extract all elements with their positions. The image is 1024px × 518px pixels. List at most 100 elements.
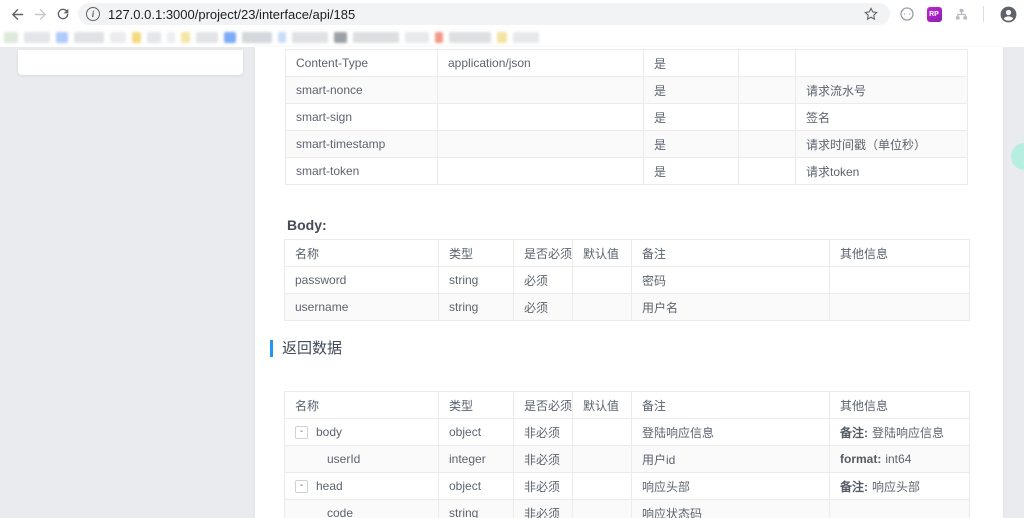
rp-extension-icon: RP	[926, 6, 942, 22]
bookmark-item[interactable]	[132, 32, 141, 43]
field-extra	[829, 293, 970, 321]
bookmark-item[interactable]	[292, 32, 328, 43]
bookmark-item[interactable]	[435, 32, 443, 43]
field-type: string	[438, 499, 514, 518]
field-type: string	[438, 266, 514, 294]
field-default	[572, 499, 632, 518]
field-name-cell: - body	[284, 418, 439, 446]
header-name: smart-sign	[285, 103, 438, 131]
table-row: smart-sign 是 签名	[285, 103, 968, 131]
bookmark-star-button[interactable]	[860, 3, 882, 25]
field-remark: 用户名	[631, 293, 830, 321]
table-row: code string 非必须 响应状态码	[284, 499, 970, 518]
bookmark-item[interactable]	[353, 32, 399, 43]
header-required: 是	[643, 49, 739, 77]
header-value	[437, 130, 644, 158]
bookmark-item[interactable]	[147, 32, 161, 43]
page-info-icon[interactable]: i	[86, 7, 100, 21]
field-extra	[829, 266, 970, 294]
collapse-toggle[interactable]: -	[295, 425, 308, 439]
extension-rp-button[interactable]: RP	[925, 5, 943, 23]
bookmarks-strip[interactable]	[0, 28, 1024, 47]
header-required: 是	[643, 103, 739, 131]
field-name: userId	[284, 445, 439, 473]
table-header-row: 名称 类型 是否必须 默认值 备注 其他信息	[284, 239, 970, 267]
body-params-table: 名称 类型 是否必须 默认值 备注 其他信息 password string 必…	[284, 239, 970, 321]
profile-avatar-button[interactable]	[997, 3, 1019, 25]
bookmark-item[interactable]	[224, 32, 236, 43]
sitemap-icon	[955, 8, 967, 19]
body-section-label: Body:	[287, 217, 327, 233]
header-name: smart-token	[285, 157, 438, 185]
header-value: application/json	[437, 49, 644, 77]
response-section-title: 返回数据	[270, 340, 342, 357]
field-name: head	[316, 479, 343, 493]
bookmark-item[interactable]	[181, 32, 190, 43]
field-required: 非必须	[513, 418, 573, 446]
header-value	[437, 157, 644, 185]
extra-value: 登陆响应信息	[872, 425, 945, 440]
col-default: 默认值	[572, 391, 632, 419]
field-name: username	[284, 293, 439, 321]
api-doc-panel: Content-Type application/json 是 smart-no…	[255, 47, 1003, 518]
bookmark-item[interactable]	[4, 32, 18, 43]
col-required: 是否必须	[513, 391, 573, 419]
field-default	[572, 472, 632, 500]
header-value	[437, 103, 644, 131]
forward-button[interactable]	[32, 2, 49, 26]
field-name: code	[284, 499, 439, 518]
extra-value: int64	[885, 452, 912, 466]
col-required: 是否必须	[513, 239, 573, 267]
header-remark: 请求时间戳（单位秒）	[795, 130, 968, 158]
field-required: 必须	[513, 293, 573, 321]
collapse-toggle[interactable]: -	[295, 479, 308, 493]
col-type: 类型	[438, 391, 514, 419]
bookmark-item[interactable]	[513, 32, 539, 43]
bookmark-item[interactable]	[405, 32, 429, 43]
reload-button[interactable]	[55, 2, 71, 26]
header-required: 是	[643, 76, 739, 104]
extra-label: format:	[840, 452, 882, 466]
field-required: 非必须	[513, 445, 573, 473]
bookmark-item[interactable]	[196, 32, 218, 43]
field-remark: 登陆响应信息	[631, 418, 830, 446]
field-default	[572, 266, 632, 294]
bookmark-item[interactable]	[167, 32, 175, 43]
bookmark-item[interactable]	[278, 32, 286, 43]
browser-toolbar: i 127.0.0.1:3000/project/23/interface/ap…	[0, 0, 1024, 28]
web-page: Content-Type application/json 是 smart-no…	[0, 47, 1024, 518]
field-type: object	[438, 472, 514, 500]
bookmark-item[interactable]	[56, 32, 68, 43]
field-type: string	[438, 293, 514, 321]
field-required: 必须	[513, 266, 573, 294]
request-headers-table: Content-Type application/json 是 smart-no…	[285, 49, 968, 185]
floating-widget-button[interactable]	[1011, 143, 1024, 170]
address-bar[interactable]: i 127.0.0.1:3000/project/23/interface/ap…	[78, 3, 890, 25]
header-remark: 签名	[795, 103, 968, 131]
extension-circle-button[interactable]	[898, 5, 916, 23]
bookmark-item[interactable]	[334, 32, 347, 43]
bookmark-item[interactable]	[497, 32, 507, 43]
col-name: 名称	[284, 239, 439, 267]
back-button[interactable]	[9, 2, 26, 26]
extra-value: 响应头部	[872, 479, 921, 494]
bookmark-item[interactable]	[242, 32, 272, 43]
field-remark: 响应头部	[631, 472, 830, 500]
bookmark-item[interactable]	[24, 32, 50, 43]
table-row: Content-Type application/json 是	[285, 49, 968, 77]
header-remark: 请求流水号	[795, 76, 968, 104]
bookmark-item[interactable]	[74, 32, 104, 43]
col-remark: 备注	[631, 239, 830, 267]
extra-label: 备注:	[840, 425, 868, 440]
field-name-cell: - head	[284, 472, 439, 500]
table-row: smart-token 是 请求token	[285, 157, 968, 185]
header-required: 是	[643, 130, 739, 158]
header-remark: 请求token	[795, 157, 968, 185]
bookmark-item[interactable]	[110, 32, 126, 43]
header-default	[738, 76, 796, 104]
header-name: Content-Type	[285, 49, 438, 77]
extension-sitemap-button[interactable]	[952, 5, 970, 23]
field-required: 非必须	[513, 499, 573, 518]
bookmark-item[interactable]	[449, 32, 491, 43]
extra-label: 备注:	[840, 479, 868, 494]
